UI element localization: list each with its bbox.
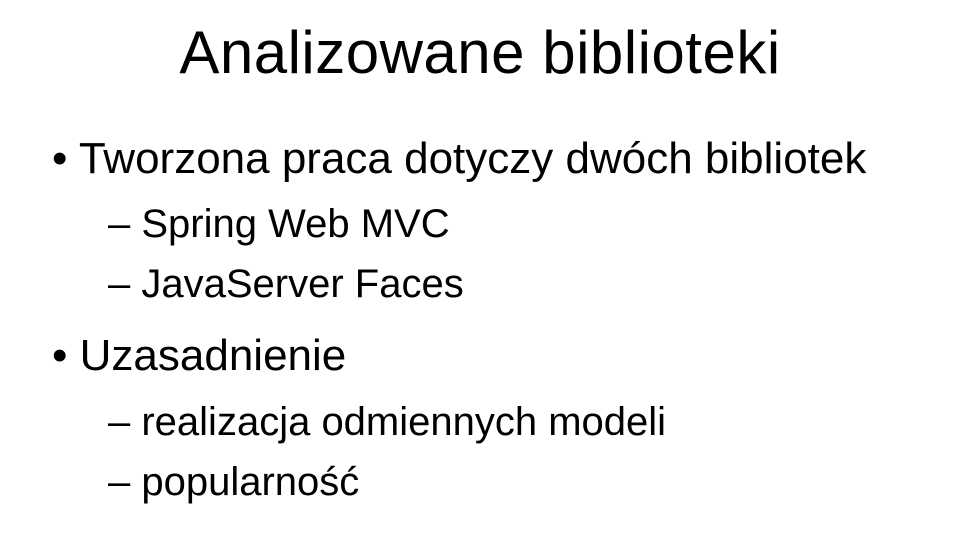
list-item: Uzasadnienie realizacja odmiennych model… (52, 326, 920, 511)
sub-list: Spring Web MVC JavaServer Faces (52, 194, 920, 314)
list-item-text: Spring Web MVC (141, 202, 449, 246)
list-item-text: Uzasadnienie (80, 331, 347, 380)
list-item-text: Tworzona praca dotyczy dwóch bibliotek (79, 134, 867, 183)
slide-title: Analizowane biblioteki (40, 18, 920, 87)
slide: Analizowane biblioteki Tworzona praca do… (0, 0, 960, 557)
list-item: Tworzona praca dotyczy dwóch bibliotek S… (52, 129, 920, 314)
sub-list: realizacja odmiennych modeli popularność (52, 392, 920, 512)
list-item-text: JavaServer Faces (141, 262, 463, 306)
list-item-text: popularność (141, 460, 359, 504)
bullet-list: Tworzona praca dotyczy dwóch bibliotek S… (40, 129, 920, 512)
list-item: realizacja odmiennych modeli (108, 392, 920, 452)
list-item: JavaServer Faces (108, 254, 920, 314)
list-item-text: realizacja odmiennych modeli (141, 400, 666, 444)
list-item: Spring Web MVC (108, 194, 920, 254)
list-item: popularność (108, 452, 920, 512)
